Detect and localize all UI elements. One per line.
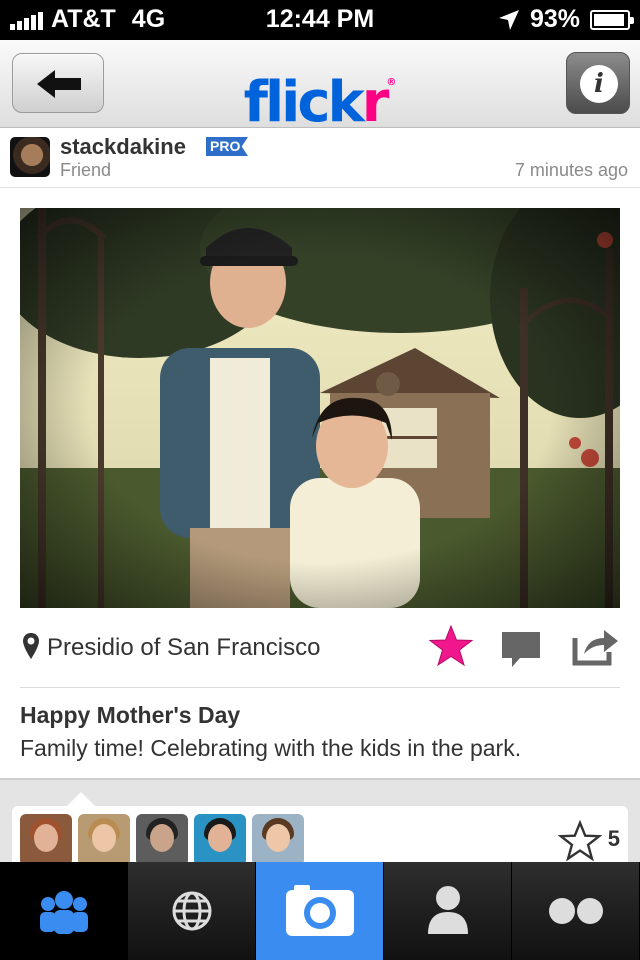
fave-count: 5 — [607, 826, 620, 851]
fave-avatar[interactable] — [252, 814, 304, 866]
share-icon[interactable] — [572, 626, 620, 666]
photo-description: Family time! Celebrating with the kids i… — [20, 735, 522, 761]
photo-title: Happy Mother's Day — [20, 702, 241, 728]
battery-icon — [590, 9, 634, 30]
fave-avatar[interactable] — [136, 814, 188, 866]
comment-icon[interactable] — [500, 630, 542, 670]
logo-text-pink: r — [361, 70, 390, 135]
camera-icon — [286, 885, 354, 936]
tab-you[interactable] — [384, 862, 512, 960]
info-icon: i — [580, 65, 618, 103]
tab-more[interactable] — [512, 862, 640, 960]
location-link[interactable]: Presidio of San Francisco — [47, 634, 320, 662]
info-button[interactable]: i — [566, 52, 630, 114]
tab-camera[interactable] — [256, 862, 384, 960]
status-bar: AT&T 4G 12:44 PM 93% — [0, 0, 640, 40]
battery-percent: 93% — [529, 5, 580, 33]
fave-avatar[interactable] — [78, 814, 130, 866]
location-pin-icon — [23, 633, 39, 659]
fave-avatar[interactable] — [20, 814, 72, 866]
people-icon — [40, 891, 88, 934]
flickr-logo: flickr® — [0, 50, 640, 136]
post-timestamp: 7 minutes ago — [514, 160, 628, 180]
tab-contacts[interactable] — [0, 862, 128, 960]
author-username[interactable]: stackdakine — [60, 134, 186, 160]
pro-badge: PRO — [206, 137, 248, 156]
nav-bar: flickr® i — [0, 40, 640, 135]
favorite-star-icon[interactable] — [428, 624, 474, 668]
flickr-dots-icon — [549, 898, 603, 924]
photo[interactable] — [20, 208, 620, 608]
author-row[interactable]: stackdakine PRO Friend 7 minutes ago — [0, 128, 640, 188]
tab-explore[interactable] — [128, 862, 256, 960]
action-row: Presidio of San Francisco — [20, 618, 620, 688]
photo-image — [20, 208, 620, 608]
faves-section: 5 — [0, 778, 640, 876]
fave-star-outline-icon — [558, 820, 602, 862]
logo-text-blue: flick — [243, 70, 365, 135]
author-relation: Friend — [60, 160, 112, 180]
person-icon — [428, 886, 468, 934]
author-avatar[interactable] — [10, 137, 50, 177]
fave-avatar[interactable] — [194, 814, 246, 866]
globe-icon — [172, 891, 212, 931]
location-arrow-icon — [498, 9, 519, 30]
screen: AT&T 4G 12:44 PM 93% flickr® i stackdaki… — [0, 0, 640, 960]
logo-mark: ® — [386, 77, 397, 88]
tab-bar — [0, 862, 640, 960]
status-right: 93% — [498, 5, 634, 34]
